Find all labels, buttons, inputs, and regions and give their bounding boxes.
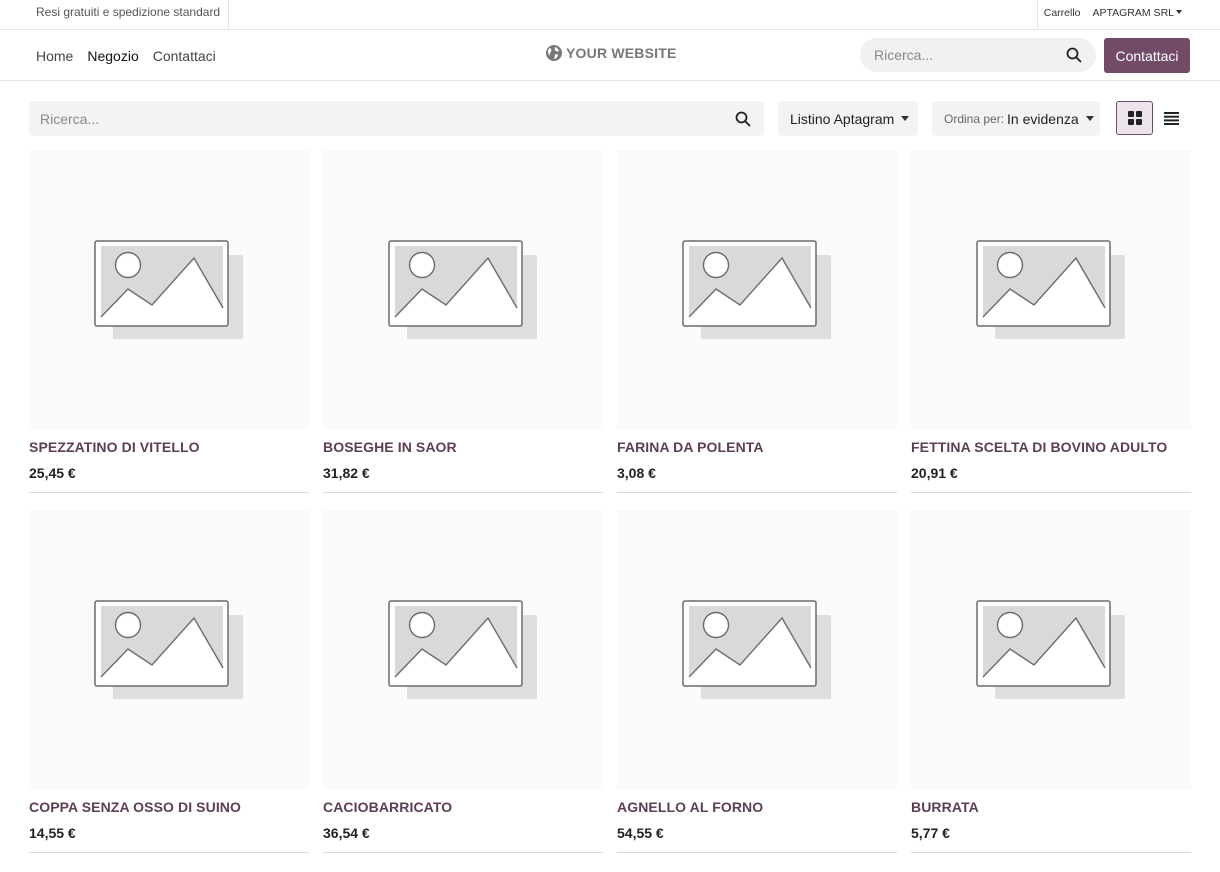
- promo-text: Resi gratuiti e spedizione standard: [28, 0, 230, 30]
- logo-text: YOUR WEBSITE: [566, 45, 677, 61]
- product-image[interactable]: [617, 150, 897, 430]
- nav-contact[interactable]: Contattaci: [153, 48, 216, 64]
- image-placeholder-icon: [682, 240, 831, 339]
- image-placeholder-icon: [94, 240, 243, 339]
- product-name[interactable]: FARINA DA POLENTA: [617, 439, 897, 455]
- contact-button[interactable]: Contattaci: [1104, 38, 1190, 73]
- product-name[interactable]: FETTINA SCELTA DI BOVINO ADULTO: [911, 439, 1191, 455]
- product-name[interactable]: SPEZZATINO DI VITELLO: [29, 439, 309, 455]
- main-nav: Home Negozio Contattaci: [36, 30, 216, 81]
- product-image[interactable]: [911, 150, 1191, 430]
- site-header: Home Negozio Contattaci YOUR WEBSITE Con…: [0, 30, 1220, 81]
- sort-value: In evidenza: [1007, 110, 1079, 127]
- product-price: 31,82 €: [323, 465, 370, 481]
- caret-down-icon: [901, 116, 910, 121]
- product-card[interactable]: BOSEGHE IN SAOR 31,82 €: [323, 150, 603, 493]
- product-card[interactable]: FARINA DA POLENTA 3,08 €: [617, 150, 897, 493]
- product-price: 54,55 €: [617, 825, 664, 841]
- product-name[interactable]: COPPA SENZA OSSO DI SUINO: [29, 799, 309, 815]
- sort-dropdown[interactable]: Ordina per: In evidenza: [932, 101, 1100, 136]
- search-icon: [735, 111, 751, 127]
- search-icon: [1066, 47, 1082, 63]
- product-grid: SPEZZATINO DI VITELLO 25,45 € BOSEGHE IN…: [29, 150, 1191, 853]
- header-search-input[interactable]: [860, 38, 1050, 72]
- company-switcher[interactable]: APTAGRAM SRL: [1087, 0, 1220, 30]
- pricelist-value: Listino Aptagram: [790, 110, 895, 127]
- image-placeholder-icon: [976, 240, 1125, 339]
- top-bar-right: Carrello APTAGRAM SRL: [1036, 0, 1220, 30]
- product-card[interactable]: COPPA SENZA OSSO DI SUINO 14,55 €: [29, 510, 309, 853]
- product-price: 3,08 €: [617, 465, 656, 481]
- product-price: 20,91 €: [911, 465, 958, 481]
- product-card[interactable]: AGNELLO AL FORNO 54,55 €: [617, 510, 897, 853]
- sort-label: Ordina per:: [944, 111, 1005, 126]
- product-name[interactable]: CACIOBARRICATO: [323, 799, 603, 815]
- product-name[interactable]: BURRATA: [911, 799, 1191, 815]
- list-view-button[interactable]: [1153, 101, 1190, 135]
- header-search: [860, 38, 1096, 72]
- company-name: APTAGRAM SRL: [1092, 7, 1175, 19]
- product-name[interactable]: BOSEGHE IN SAOR: [323, 439, 603, 455]
- nav-shop[interactable]: Negozio: [87, 48, 138, 64]
- image-placeholder-icon: [388, 600, 537, 699]
- header-search-button[interactable]: [1066, 47, 1082, 68]
- product-card[interactable]: FETTINA SCELTA DI BOVINO ADULTO 20,91 €: [911, 150, 1191, 493]
- products-search-button[interactable]: [735, 111, 751, 132]
- image-placeholder-icon: [976, 600, 1125, 699]
- product-image[interactable]: [323, 150, 603, 430]
- globe-icon: [546, 45, 562, 61]
- nav-home[interactable]: Home: [36, 48, 73, 64]
- top-bar: Resi gratuiti e spedizione standard Carr…: [0, 0, 1220, 30]
- product-price: 36,54 €: [323, 825, 370, 841]
- products-search: [29, 101, 764, 136]
- cart-link[interactable]: Carrello: [1038, 0, 1087, 30]
- site-logo[interactable]: YOUR WEBSITE: [545, 44, 677, 62]
- product-card[interactable]: CACIOBARRICATO 36,54 €: [323, 510, 603, 853]
- product-image[interactable]: [29, 150, 309, 430]
- product-image[interactable]: [323, 510, 603, 790]
- view-toggle: [1116, 101, 1190, 135]
- product-name[interactable]: AGNELLO AL FORNO: [617, 799, 897, 815]
- pricelist-dropdown[interactable]: Listino Aptagram: [778, 101, 918, 136]
- product-card[interactable]: BURRATA 5,77 €: [911, 510, 1191, 853]
- product-image[interactable]: [617, 510, 897, 790]
- image-placeholder-icon: [388, 240, 537, 339]
- grid-view-icon: [1127, 111, 1142, 125]
- product-price: 14,55 €: [29, 825, 76, 841]
- products-search-input[interactable]: [29, 101, 709, 136]
- image-placeholder-icon: [682, 600, 831, 699]
- grid-view-button[interactable]: [1116, 101, 1153, 135]
- product-image[interactable]: [29, 510, 309, 790]
- caret-down-icon: [1176, 10, 1182, 14]
- list-view-icon: [1164, 111, 1179, 125]
- image-placeholder-icon: [94, 600, 243, 699]
- product-image[interactable]: [911, 510, 1191, 790]
- product-price: 25,45 €: [29, 465, 76, 481]
- caret-down-icon: [1085, 116, 1094, 121]
- product-price: 5,77 €: [911, 825, 950, 841]
- product-card[interactable]: SPEZZATINO DI VITELLO 25,45 €: [29, 150, 309, 493]
